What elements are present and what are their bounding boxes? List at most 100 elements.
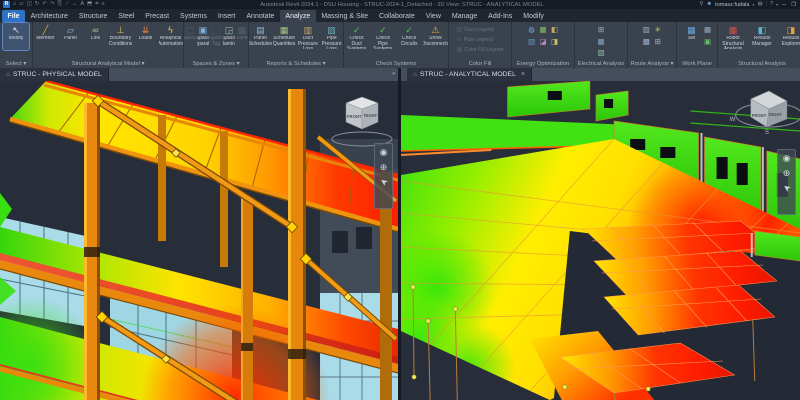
panel-label-structural-analytical-model[interactable]: Structural Analytical Model ▾ [33,60,183,68]
default-3d-view-icon[interactable]: ⬒ [87,0,92,9]
pan-icon[interactable]: ➤ [781,182,793,195]
compass-west-label[interactable]: W [730,117,736,123]
color-fill-legend-button[interactable]: ▦Color Fill Legend [455,45,506,54]
ribbon-tab-view[interactable]: View [420,10,446,22]
open-icon[interactable]: ▱ [19,0,23,9]
app-store-icon[interactable]: ▤ [757,0,762,9]
pipe-pressure-loss-report-button[interactable]: ▧Pipe Pressure Loss Report [320,23,343,50]
ribbon-tab-modify[interactable]: Modify [518,10,550,22]
optimize-button[interactable]: ◨ [550,37,560,47]
space-button[interactable]: ▢Space [184,23,196,50]
loads-button[interactable]: ⇊Loads [134,23,158,50]
aligned-dimension-icon[interactable]: ↔ [72,0,78,9]
space-separator-button[interactable]: ▣Space Separator [197,23,209,50]
view-tab-analytical-model[interactable]: ⌂ STRUC - ANALYTICAL MODEL × [407,68,532,81]
energy-settings-button[interactable]: ▦ [538,25,548,35]
user-menu-caret-icon[interactable]: ▾ [752,2,754,7]
physical-model-3d-view[interactable]: FRONT RIGHT ◉ ⊕ ➤ [0,81,398,400]
home-icon[interactable]: ⌂ [13,0,16,9]
panel-label-route-analysis[interactable]: Route Analysis ▾ [628,60,676,68]
robot-structural-analysis-button[interactable]: ▦Robot Structural Analysis [719,23,747,50]
restore-button[interactable]: ❐ [790,2,797,8]
check-duct-systems-button[interactable]: ✓Check Duct Systems [344,23,369,50]
boundary-conditions-button[interactable]: ⊥Boundary Conditions [109,23,133,50]
viewcube-right-label[interactable]: RIGHT [769,112,783,117]
electrical-settings-button[interactable]: ⊞ [596,25,606,35]
measure-icon[interactable]: ⟋ [65,0,69,9]
viewcube-front-label[interactable]: FRONT [347,114,362,119]
route-settings-button[interactable]: ▩ [641,37,651,47]
view-tab-physical-model[interactable]: ⌂ STRUC - PHYSICAL MODEL [0,68,109,81]
signed-in-user[interactable]: tomasz.fudala [715,2,749,8]
work-plane-viewer-button[interactable]: ▣ [703,37,713,47]
reveal-obstacles-button[interactable]: ✳ [653,25,663,35]
help-button[interactable]: ? [770,0,773,9]
analytical-panel-button[interactable]: ▱Panel [59,23,83,50]
pan-icon[interactable]: ➤ [378,176,390,189]
set-work-plane-button[interactable]: ▦Set [682,23,702,50]
ribbon-tab-massing-site[interactable]: Massing & Site [316,10,374,22]
viewcube-front-label[interactable]: FRONT [752,113,767,118]
zone-button[interactable]: ▩Zone [236,23,248,50]
path-of-travel-button[interactable]: ▨ [641,25,651,35]
duct-pressure-loss-report-button[interactable]: ▥Duct Pressure Loss Report [297,23,320,50]
ribbon-tab-systems[interactable]: Systems [175,10,213,22]
results-manager-button[interactable]: ◧Results Manager [748,23,776,50]
panel-label-spaces-zones[interactable]: Spaces & Zones ▾ [184,60,248,68]
ribbon-tab-add-ins[interactable]: Add-Ins [483,10,518,22]
text-icon[interactable]: A [80,0,84,9]
location-button[interactable]: ◍ [527,25,537,35]
thin-lines-icon[interactable]: ≡ [101,0,104,9]
spatial-grid-button[interactable]: ⊞ [653,37,663,47]
duct-legend-button[interactable]: ▤Duct Legend [455,25,506,34]
ribbon-tab-architecture[interactable]: Architecture [25,10,73,22]
navigation-wheel-icon[interactable]: ◉ [783,153,791,163]
ribbon-tab-annotate[interactable]: Annotate [241,10,280,22]
ribbon-tab-structure[interactable]: Structure [73,10,112,22]
pipe-legend-button[interactable]: ≋Pipe Legend [455,35,506,44]
ribbon-tab-collaborate[interactable]: Collaborate [374,10,421,22]
show-disconnects-button[interactable]: ⚠Show Disconnects [423,23,448,50]
modify-cursor-button[interactable]: ↖Modify [3,23,29,50]
space-tag-button[interactable]: ⬚Space Tag [210,23,222,50]
ribbon-tab-file[interactable]: File [2,10,25,22]
check-pipe-systems-button[interactable]: ✓Check Pipe Systems [370,23,395,50]
analytical-link-button[interactable]: ∞Link [84,23,108,50]
analytical-member-button[interactable]: ╱Member [34,23,58,50]
panel-label-select[interactable]: Select ▾ [0,60,32,68]
power-balance-button[interactable]: ▦ [596,37,606,47]
navigation-wheel-icon[interactable]: ◉ [380,147,388,157]
create-energy-model-button[interactable]: ◧ [550,25,560,35]
zoom-icon[interactable]: ⊕ [380,162,388,172]
panel-schedules-button[interactable]: ▤Panel Schedules [249,23,272,50]
sync-with-central-icon[interactable]: ↻ [35,0,40,9]
viewcube-right-label[interactable]: RIGHT [364,113,377,118]
show-work-plane-button[interactable]: ▦ [703,25,713,35]
results-explorer-button[interactable]: ◨Results Explorer [777,23,800,50]
ribbon-tab-steel[interactable]: Steel [113,10,140,22]
undo-icon[interactable]: ↶ [42,0,47,9]
tab-overflow-icon[interactable]: ▾ [392,71,395,77]
redo-icon[interactable]: ↷ [50,0,55,9]
ribbon-tab-insert[interactable]: Insert [212,10,241,22]
save-icon[interactable]: ◫ [27,0,32,9]
minimize-button[interactable]: ─ [781,2,787,8]
compass-south-label[interactable]: S [765,130,769,136]
help-menu-caret-icon[interactable]: ▾ [776,2,778,7]
print-icon[interactable]: ⎘ [58,0,62,9]
panel-label-reports-schedules[interactable]: Reports & Schedules ▾ [249,60,343,68]
load-report-button[interactable]: ▧ [596,48,606,58]
check-circuits-button[interactable]: ✓Check Circuits [397,23,422,50]
search-icon[interactable]: ⚲ [699,0,703,9]
revit-logo-icon[interactable]: R [3,1,10,8]
ribbon-tab-analyze[interactable]: Analyze [280,10,316,22]
zoom-icon[interactable]: ⊕ [783,168,791,178]
energy-reports-button[interactable]: ◪ [538,37,548,47]
analytical-automation-button[interactable]: ϟAnalytical Automation [159,23,183,50]
schedule-quantities-button[interactable]: ▦Schedule/ Quantities [273,23,296,50]
ribbon-tab-precast[interactable]: Precast [140,10,175,22]
space-naming-button[interactable]: ◲Space Naming [223,23,235,50]
analytical-model-3d-view[interactable]: W S FRONT RIGHT ◉ ⊕ ➤ [401,81,800,400]
hvac-systems-button[interactable]: ▥ [527,37,537,47]
ribbon-tab-manage[interactable]: Manage [446,10,482,22]
